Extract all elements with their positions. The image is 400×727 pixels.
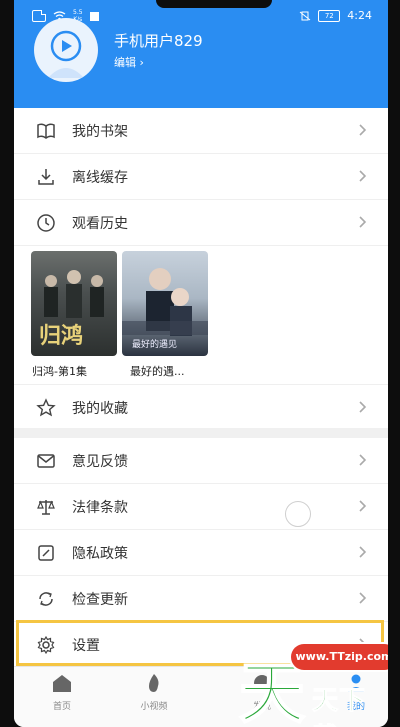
watermark-url: www.TTzip.com xyxy=(291,644,388,670)
menu-item-feedback[interactable]: 意见反馈 xyxy=(14,438,388,484)
chevron-right-icon xyxy=(359,546,367,558)
nav-label: 首页 xyxy=(52,702,71,712)
menu-label: 观看历史 xyxy=(72,216,128,232)
menu-label: 检查更新 xyxy=(72,592,128,608)
menu-item-check-update[interactable]: 检查更新 xyxy=(14,576,388,622)
book-icon xyxy=(37,123,55,139)
chevron-right-icon xyxy=(359,124,367,136)
chevron-right-icon xyxy=(359,592,367,604)
menu-label: 意见反馈 xyxy=(72,454,128,470)
refresh-icon xyxy=(39,592,53,606)
menu-label: 我的书架 xyxy=(72,124,128,140)
svg-text:归鸿: 归鸿 xyxy=(39,323,83,349)
camera-notch xyxy=(156,0,272,8)
history-title-2[interactable]: 最好的遇... xyxy=(130,363,185,379)
vibrate-icon xyxy=(299,11,311,20)
nav-label: 小视频 xyxy=(140,702,168,712)
menu-label: 离线缓存 xyxy=(72,170,128,186)
chevron-right-icon xyxy=(359,500,367,512)
svg-text:最好的遇见: 最好的遇见 xyxy=(132,338,177,350)
edit-profile-link[interactable]: 编辑 › xyxy=(114,54,144,70)
chevron-right-icon xyxy=(359,216,367,228)
history-poster-2[interactable]: 最好的遇见 xyxy=(122,251,208,356)
clock-time: 4:24 xyxy=(347,9,372,22)
menu-section-top: 我的书架 离线缓存 观看历史 归鸿 最好的遇见 归鸿-第1集 最好的遇... 我… xyxy=(14,108,388,431)
menu-item-offline-cache[interactable]: 离线缓存 xyxy=(14,154,388,200)
clock-icon xyxy=(37,214,55,232)
menu-label: 我的收藏 xyxy=(72,401,128,417)
menu-item-legal-terms[interactable]: 法律条款 xyxy=(14,484,388,530)
menu-item-watch-history[interactable]: 观看历史 xyxy=(14,200,388,246)
watch-history-list: 归鸿 最好的遇见 归鸿-第1集 最好的遇... xyxy=(14,246,388,385)
profile-header: 5.5 K/s 72 4:24 手机用户829 编辑 › xyxy=(14,0,388,108)
poster-image: 归鸿 xyxy=(39,270,104,349)
menu-label: 法律条款 xyxy=(72,500,128,516)
history-title-1[interactable]: 归鸿-第1集 xyxy=(32,363,87,379)
menu-item-bookshelf[interactable]: 我的书架 xyxy=(14,108,388,154)
history-poster-1[interactable]: 归鸿 xyxy=(31,251,117,356)
nav-tab-home[interactable]: 首页 xyxy=(32,673,92,712)
chevron-right-icon xyxy=(359,170,367,182)
battery-icon: 72 xyxy=(318,9,341,22)
chevron-right-icon xyxy=(359,454,367,466)
flame-icon xyxy=(149,674,159,692)
notification-icon xyxy=(89,11,99,21)
avatar-play-icon xyxy=(48,30,84,78)
username: 手机用户829 xyxy=(114,32,203,50)
home-icon xyxy=(53,675,71,692)
nav-tab-short-video[interactable]: 小视频 xyxy=(124,673,184,712)
menu-item-privacy-policy[interactable]: 隐私政策 xyxy=(14,530,388,576)
chevron-right-icon xyxy=(359,401,367,413)
watermark-brand: 天下载 xyxy=(312,686,367,727)
mail-icon xyxy=(37,454,55,468)
speed-value: 5.5 xyxy=(73,9,83,16)
phone-screen: 5.5 K/s 72 4:24 手机用户829 编辑 › 我的书架 xyxy=(14,0,388,727)
edit-box-icon xyxy=(38,545,54,561)
menu-item-favorites[interactable]: 我的收藏 xyxy=(14,385,388,431)
scale-icon xyxy=(37,500,55,515)
floating-touch-button[interactable] xyxy=(285,501,311,527)
avatar[interactable] xyxy=(34,18,98,82)
section-divider xyxy=(14,428,388,438)
star-icon xyxy=(36,398,56,417)
poster-image: 最好的遇见 xyxy=(122,268,208,350)
menu-label: 隐私政策 xyxy=(72,546,128,562)
download-icon xyxy=(38,169,54,185)
sim-icon xyxy=(32,10,46,22)
